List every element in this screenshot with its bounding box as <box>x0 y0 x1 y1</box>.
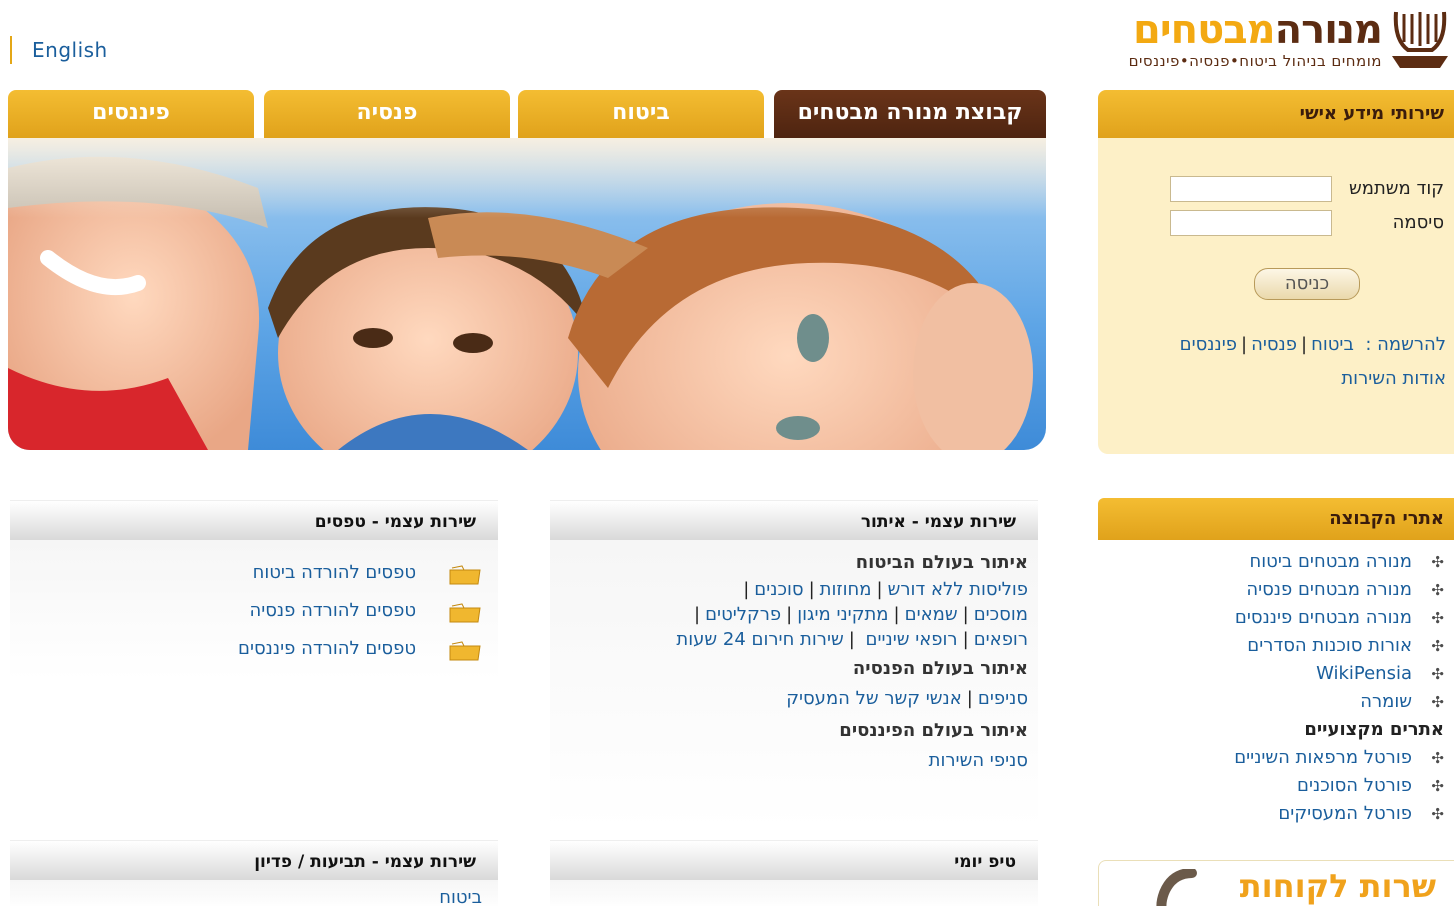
bullet-icon: ✣ <box>1431 777 1444 795</box>
search-link[interactable]: פרקליטים <box>705 604 781 625</box>
username-input[interactable] <box>1170 176 1332 202</box>
password-input[interactable] <box>1170 210 1332 236</box>
logo-tagline: מומחים בניהול ביטוח•פנסיה•פיננסים <box>1128 52 1382 70</box>
bullet-icon: ✣ <box>1431 749 1444 767</box>
menorah-logo-icon <box>1392 11 1448 68</box>
search-link[interactable]: מתקיני מיגון <box>797 604 888 625</box>
search-link[interactable]: שמאים <box>905 604 958 625</box>
bullet-icon: ✣ <box>1431 637 1444 655</box>
search-link[interactable]: רופאי שיניים <box>866 629 958 650</box>
password-label: סיסמה <box>1392 212 1444 233</box>
personal-info-login: שירותי מידע אישי קוד משתמש סיסמה כניסה ל… <box>1098 90 1454 454</box>
customer-service-banner[interactable]: שרות לקוחות <box>1098 860 1454 906</box>
tab-menorah-group[interactable]: קבוצת מנורה מבטחים <box>774 90 1046 138</box>
professional-site-item[interactable]: ✣פורטל המעסיקים <box>1098 800 1454 828</box>
register-finance-link[interactable]: פיננסים <box>1180 334 1237 355</box>
bullet-icon: ✣ <box>1431 665 1444 683</box>
tab-finance[interactable]: פיננסים <box>8 90 254 138</box>
self-service-search-body: איתור בעולם הביטוח פוליסות ללא דורש|מחוז… <box>550 540 1038 830</box>
folder-icon <box>449 641 481 661</box>
search-link[interactable]: מחוזות <box>820 579 872 600</box>
claims-title: שירות עצמי - תביעות / פדיון <box>10 840 498 880</box>
pension-links-row: סניפים|אנשי קשר של המעסיק <box>786 688 1028 709</box>
search-link[interactable]: אנשי קשר של המעסיק <box>786 688 962 709</box>
hero-image <box>8 138 1046 450</box>
search-link[interactable]: שירות חירום 24 שעות <box>676 629 843 650</box>
folder-icon <box>449 603 481 623</box>
self-service-search-panel: שירות עצמי - איתור איתור בעולם הביטוח פו… <box>550 500 1038 830</box>
language-link-english[interactable]: English <box>10 36 108 64</box>
insurance-links-row-2: מוסכים|שמאים|מתקיני מיגון|פרקליטים| <box>694 604 1028 625</box>
group-site-item[interactable]: ✣שומרה <box>1098 688 1454 716</box>
claims-insurance-link[interactable]: ביטוח <box>439 887 482 906</box>
bullet-icon: ✣ <box>1431 805 1444 823</box>
finance-search-title: איתור בעולם הפיננסים <box>839 720 1028 741</box>
professional-site-item[interactable]: ✣פורטל מרפאות השיניים <box>1098 744 1454 772</box>
group-site-item[interactable]: ✣מנורה מבטחים פנסיה <box>1098 576 1454 604</box>
login-button[interactable]: כניסה <box>1254 268 1360 300</box>
search-link[interactable]: מוסכים <box>974 604 1028 625</box>
password-row: סיסמה <box>1164 210 1444 236</box>
self-service-forms-title: שירות עצמי - טפסים <box>10 500 498 540</box>
search-link[interactable]: סניפים <box>978 688 1028 709</box>
daily-tip-title: טיפ יומי <box>550 840 1038 880</box>
finance-links-row: סניפי השירות <box>550 745 1038 776</box>
bullet-icon: ✣ <box>1431 581 1444 599</box>
login-title: שירותי מידע אישי <box>1098 90 1454 138</box>
register-label: להרשמה : <box>1365 334 1446 355</box>
claims-body: ביטוח <box>10 880 498 906</box>
logo[interactable]: מנורהמבטחים מומחים בניהול ביטוח•פנסיה•פי… <box>1096 4 1452 74</box>
about-service-link[interactable]: אודות השירות <box>1341 368 1446 389</box>
tab-insurance[interactable]: ביטוח <box>518 90 764 138</box>
professional-site-item[interactable]: ✣פורטל הסוכנים <box>1098 772 1454 800</box>
username-row: קוד משתמש <box>1164 176 1444 202</box>
claims-panel: שירות עצמי - תביעות / פדיון ביטוח <box>10 840 498 906</box>
logo-name: מנורהמבטחים <box>1133 7 1383 53</box>
hero-children-illustration <box>8 138 1046 450</box>
search-link[interactable]: סוכנים <box>754 579 803 600</box>
login-form: קוד משתמש סיסמה כניסה להרשמה : ביטוח|פנס… <box>1098 138 1454 454</box>
group-sites-title: אתרי הקבוצה <box>1098 498 1454 540</box>
forms-download-link[interactable]: טפסים להורדה פיננסים <box>10 630 498 668</box>
bullet-icon: ✣ <box>1431 553 1444 571</box>
professional-sites-title: אתרים מקצועיים <box>1304 719 1444 740</box>
group-sites: אתרי הקבוצה ✣מנורה מבטחים ביטוח ✣מנורה מ… <box>1098 498 1454 828</box>
daily-tip-panel: טיפ יומי <box>550 840 1038 906</box>
self-service-search-title: שירות עצמי - איתור <box>550 500 1038 540</box>
customer-service-label: שרות לקוחות <box>1239 867 1436 905</box>
pension-search-title: איתור בעולם הפנסיה <box>852 658 1028 679</box>
self-service-forms-panel: שירות עצמי - טפסים טפסים להורדה ביטוח טפ… <box>10 500 498 680</box>
insurance-links-row-3: רופאים|רופאי שיניים |שירות חירום 24 שעות <box>676 629 1028 650</box>
self-service-forms-body: טפסים להורדה ביטוח טפסים להורדה פנסיה טפ… <box>10 540 498 680</box>
insurance-search-title: איתור בעולם הביטוח <box>855 552 1028 573</box>
register-pension-link[interactable]: פנסיה <box>1251 334 1297 355</box>
daily-tip-body <box>550 880 1038 906</box>
search-link[interactable]: סניפי השירות <box>929 750 1028 771</box>
group-sites-list: ✣מנורה מבטחים ביטוח ✣מנורה מבטחים פנסיה … <box>1098 540 1454 828</box>
phone-icon <box>1156 869 1197 906</box>
group-site-item[interactable]: ✣WikiPensia <box>1098 660 1454 688</box>
insurance-links-row-1: פוליסות ללא דורש|מחוזות|סוכנים| <box>743 579 1028 600</box>
register-links: להרשמה : ביטוח|פנסיה|פיננסים <box>1179 334 1446 355</box>
forms-download-link[interactable]: טפסים להורדה ביטוח <box>10 554 498 592</box>
username-label: קוד משתמש <box>1348 178 1444 199</box>
search-link[interactable]: רופאים <box>974 629 1028 650</box>
register-insurance-link[interactable]: ביטוח <box>1311 334 1354 355</box>
bullet-icon: ✣ <box>1431 693 1444 711</box>
forms-download-link[interactable]: טפסים להורדה פנסיה <box>10 592 498 630</box>
tab-pension[interactable]: פנסיה <box>264 90 510 138</box>
folder-icon <box>449 565 481 585</box>
group-site-item[interactable]: ✣אורות סוכנות הסדרים <box>1098 632 1454 660</box>
group-site-item[interactable]: ✣מנורה מבטחים ביטוח <box>1098 548 1454 576</box>
bullet-icon: ✣ <box>1431 609 1444 627</box>
group-site-item[interactable]: ✣מנורה מבטחים פיננסים <box>1098 604 1454 632</box>
search-link[interactable]: פוליסות ללא דורש <box>888 579 1028 600</box>
